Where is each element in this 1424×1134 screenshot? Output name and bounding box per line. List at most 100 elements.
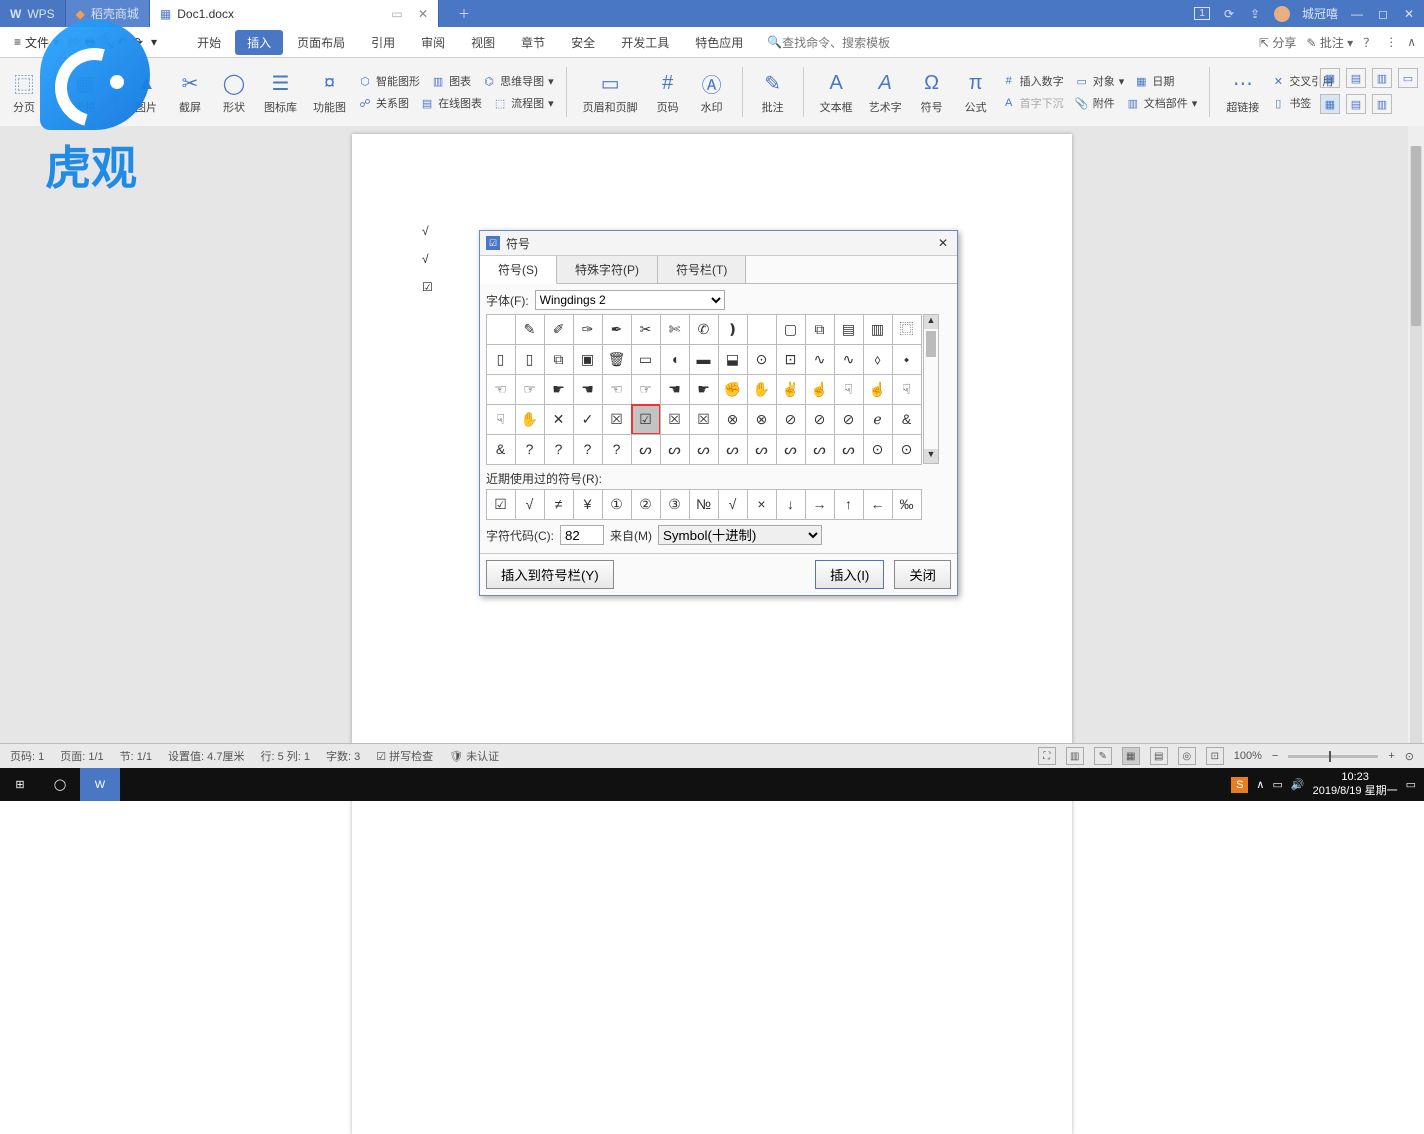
readmode-icon[interactable]: ▥ bbox=[1066, 747, 1084, 765]
symbol-cell[interactable]: ▢ bbox=[776, 314, 806, 345]
symbol-cell[interactable]: ✕ bbox=[544, 404, 574, 435]
symbol-cell[interactable]: ∿ bbox=[805, 344, 835, 375]
symbol-cell[interactable]: ᔕ bbox=[805, 434, 835, 465]
ribbon-extra4-icon[interactable]: ▭ bbox=[1398, 68, 1418, 88]
symbol-cell[interactable]: ✑ bbox=[573, 314, 603, 345]
symbol-cell[interactable]: ✎ bbox=[515, 314, 545, 345]
avatar[interactable] bbox=[1274, 6, 1290, 22]
symbol-cell[interactable]: ⊙ bbox=[892, 434, 922, 465]
ribbon-comment[interactable]: ✎批注 bbox=[755, 69, 791, 115]
symbol-cell[interactable]: ✐ bbox=[544, 314, 574, 345]
symbol-cell[interactable] bbox=[747, 314, 777, 345]
status-auth[interactable]: 🛡 未认证 bbox=[449, 748, 499, 764]
symbol-cell[interactable]: ℯ bbox=[863, 404, 893, 435]
ribbon-extra2-icon[interactable]: ▤ bbox=[1346, 68, 1366, 88]
ribbon-dropcap[interactable]: A首字下沉 📎附件 ▥文档部件 ▾ bbox=[1002, 95, 1198, 111]
recent-symbol-cell[interactable]: √ bbox=[718, 489, 748, 520]
tray-expand-icon[interactable]: ∧ bbox=[1256, 778, 1264, 791]
symbol-cell[interactable]: ⬓ bbox=[718, 344, 748, 375]
symbol-cell[interactable]: ⬨ bbox=[863, 344, 893, 375]
scroll-down-icon[interactable]: ▼ bbox=[924, 449, 938, 463]
symbol-cell[interactable]: ✌ bbox=[776, 374, 806, 405]
file-menu[interactable]: ≡ 文件 ▾ bbox=[8, 34, 65, 51]
ime-icon[interactable]: S bbox=[1231, 777, 1248, 793]
symbol-cell[interactable]: ☚ bbox=[660, 374, 690, 405]
tray-network-icon[interactable]: ▭ bbox=[1272, 778, 1282, 791]
annotate-button[interactable]: ✎ 批注 ▾ bbox=[1306, 34, 1353, 51]
symbol-cell[interactable]: ⊘ bbox=[805, 404, 835, 435]
recent-symbol-cell[interactable]: ↑ bbox=[834, 489, 864, 520]
minimize-icon[interactable]: — bbox=[1350, 7, 1364, 21]
recent-symbol-cell[interactable]: ≠ bbox=[544, 489, 574, 520]
symbol-cell[interactable]: ∿ bbox=[834, 344, 864, 375]
ribbon-picture[interactable]: ▲图片 bbox=[128, 69, 164, 115]
recent-symbol-cell[interactable]: × bbox=[747, 489, 777, 520]
zoom-out-icon[interactable]: − bbox=[1272, 750, 1278, 762]
symbol-cell[interactable]: ☜ bbox=[486, 374, 516, 405]
symbol-cell[interactable]: ✂ bbox=[631, 314, 661, 345]
link-icon[interactable]: ⇪ bbox=[1248, 7, 1262, 21]
recent-symbol-cell[interactable]: ↓ bbox=[776, 489, 806, 520]
recent-symbol-cell[interactable]: ¥ bbox=[573, 489, 603, 520]
recent-symbol-cell[interactable]: ‰ bbox=[892, 489, 922, 520]
viewmode4-icon[interactable]: ⊡ bbox=[1206, 747, 1224, 765]
dialog-tab-toolbar[interactable]: 符号栏(T) bbox=[658, 256, 746, 283]
ribbon-extra1-icon[interactable]: ▦ bbox=[1320, 68, 1340, 88]
tab-section[interactable]: 章节 bbox=[509, 30, 557, 55]
symbol-cell[interactable]: ᔕ bbox=[660, 434, 690, 465]
scroll-up-icon[interactable]: ▲ bbox=[924, 315, 938, 329]
ribbon-wordart[interactable]: A艺术字 bbox=[865, 69, 906, 115]
symbol-cell[interactable]: ▥ bbox=[863, 314, 893, 345]
symbol-cell[interactable]: 🗑 bbox=[602, 344, 632, 375]
symbol-cell[interactable]: ✆ bbox=[689, 314, 719, 345]
maximize-icon[interactable]: ◻ bbox=[1376, 7, 1390, 21]
tab-wps[interactable]: WWPS bbox=[0, 0, 66, 27]
symbol-cell[interactable]: ⊙ bbox=[747, 344, 777, 375]
symbol-cell[interactable]: ⧉ bbox=[805, 314, 835, 345]
symbol-cell[interactable]: ☒ bbox=[660, 404, 690, 435]
symbol-cell[interactable]: ⊘ bbox=[834, 404, 864, 435]
status-spellcheck[interactable]: ☑ 拼写检查 bbox=[376, 748, 433, 764]
viewmode2-icon[interactable]: ▤ bbox=[1150, 747, 1168, 765]
sync-icon[interactable]: ⟳ bbox=[1222, 7, 1236, 21]
ribbon-headerfooter[interactable]: ▭页眉和页脚 bbox=[579, 69, 642, 115]
tab-store[interactable]: ◆稻壳商城 bbox=[66, 0, 150, 27]
symbol-cell[interactable]: ▭ bbox=[631, 344, 661, 375]
share-button[interactable]: ⇱ 分享 bbox=[1259, 34, 1296, 51]
symbol-cell[interactable] bbox=[486, 314, 516, 345]
insert-to-toolbar-button[interactable]: 插入到符号栏(Y) bbox=[486, 560, 614, 589]
symbol-cell[interactable]: ⧉ bbox=[544, 344, 574, 375]
symbol-cell[interactable]: ☛ bbox=[689, 374, 719, 405]
dialog-close-icon[interactable]: ✕ bbox=[935, 236, 951, 250]
close-button[interactable]: 关闭 bbox=[894, 560, 951, 589]
symbol-cell[interactable]: ✄ bbox=[660, 314, 690, 345]
symbol-cell[interactable]: ☑ bbox=[631, 404, 661, 435]
quick-undo-icon[interactable]: ↶ bbox=[115, 35, 129, 49]
quick-print-icon[interactable]: 🖶 bbox=[83, 35, 97, 49]
recent-symbol-cell[interactable]: √ bbox=[515, 489, 545, 520]
symbol-cell[interactable]: ✓ bbox=[573, 404, 603, 435]
ribbon-screenshot[interactable]: ✂截屏 bbox=[172, 69, 208, 115]
ribbon-textbox[interactable]: A文本框 bbox=[816, 69, 857, 115]
new-tab-button[interactable]: ＋ bbox=[439, 0, 489, 27]
symbol-cell[interactable]: ? bbox=[544, 434, 574, 465]
symbol-cell[interactable]: ᔕ bbox=[834, 434, 864, 465]
ribbon-extra6-icon[interactable]: ▤ bbox=[1346, 94, 1366, 114]
symbol-scrollbar[interactable]: ▲ ▼ bbox=[923, 314, 939, 464]
symbol-cell[interactable]: ᔕ bbox=[689, 434, 719, 465]
symbol-cell[interactable]: ᔕ bbox=[747, 434, 777, 465]
recent-symbol-cell[interactable]: ② bbox=[631, 489, 661, 520]
ribbon-symbol[interactable]: Ω符号 bbox=[914, 69, 950, 115]
ribbon-insnum[interactable]: #插入数字 ▭对象 ▾ ▦日期 bbox=[1002, 73, 1198, 89]
recent-symbol-cell[interactable]: → bbox=[805, 489, 835, 520]
tab-view[interactable]: 视图 bbox=[459, 30, 507, 55]
symbol-cell[interactable]: & bbox=[892, 404, 922, 435]
quick-preview-icon[interactable]: 🔍 bbox=[99, 35, 113, 49]
symbol-cell[interactable]: ◖ bbox=[660, 344, 690, 375]
collapse-ribbon-icon[interactable]: ∧ bbox=[1407, 35, 1416, 49]
editmode-icon[interactable]: ✎ bbox=[1094, 747, 1112, 765]
search-taskbar-icon[interactable]: ◯ bbox=[40, 768, 80, 801]
recent-symbol-cell[interactable]: ☑ bbox=[486, 489, 516, 520]
dialog-tab-symbols[interactable]: 符号(S) bbox=[480, 256, 557, 284]
ribbon-iconlib[interactable]: ☰图标库 bbox=[260, 69, 301, 115]
